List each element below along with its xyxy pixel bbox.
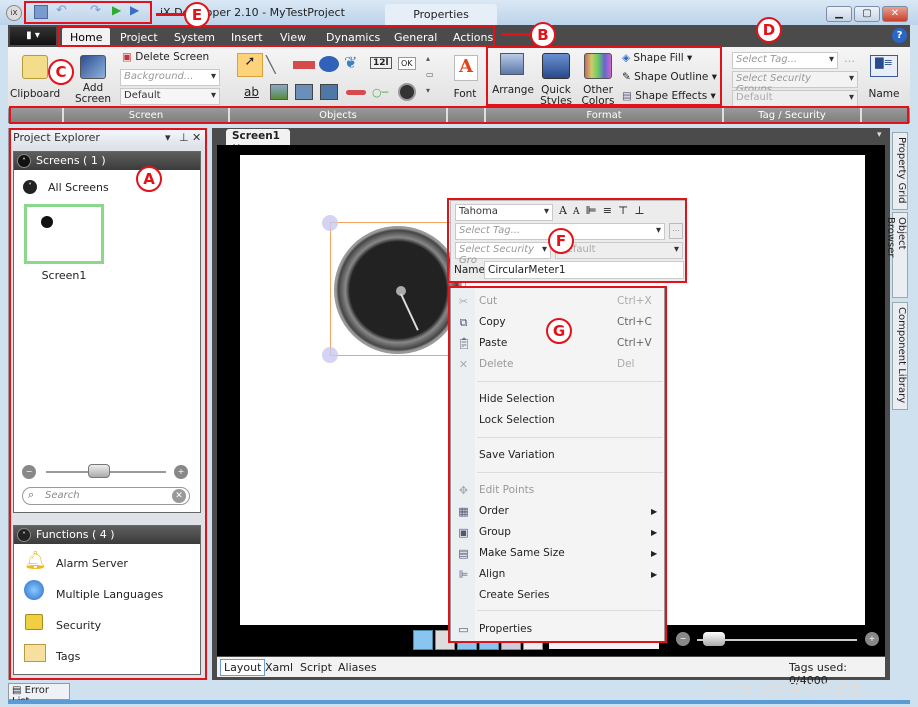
arrow-e bbox=[156, 13, 184, 16]
tab-overflow-icon[interactable]: ▾ bbox=[877, 130, 882, 140]
add-screen-icon[interactable] bbox=[80, 55, 106, 79]
font-button[interactable]: Font bbox=[448, 89, 482, 100]
zoom-slider-thumb[interactable] bbox=[703, 632, 725, 646]
tab-component-library[interactable]: Component Library bbox=[892, 302, 908, 410]
watermark: CSDN @半导体守望者 bbox=[710, 680, 863, 698]
name-icon[interactable]: ▇≡ bbox=[870, 55, 898, 77]
name-button[interactable]: Name bbox=[866, 89, 902, 100]
annotation-label-a: A bbox=[136, 166, 162, 192]
button-tool-icon[interactable]: OK bbox=[398, 57, 416, 70]
media-tool-icon[interactable] bbox=[295, 84, 313, 100]
picture-tool-icon[interactable] bbox=[270, 84, 288, 100]
objects-scroll[interactable]: ▴ ▭ ▾ bbox=[426, 51, 434, 99]
annotation-box-e bbox=[24, 1, 152, 24]
polygon-tool-icon[interactable]: ❦ bbox=[344, 53, 357, 72]
document-statusbar: Layout Xaml Script Aliases Tags used: 0/… bbox=[217, 657, 885, 687]
tab-aliases[interactable]: Aliases bbox=[338, 661, 377, 674]
line-tool-icon[interactable]: ╲ bbox=[266, 55, 290, 75]
select-tag-combo[interactable]: Select Tag... bbox=[732, 52, 838, 69]
properties-context-tab[interactable]: Properties bbox=[385, 4, 497, 25]
font-icon[interactable]: A bbox=[454, 55, 478, 81]
meter-needle bbox=[400, 293, 419, 331]
error-list-tab[interactable]: ▤ Error List bbox=[8, 683, 70, 707]
annotation-label-c: C bbox=[48, 59, 74, 85]
clipboard-icon[interactable] bbox=[22, 55, 48, 79]
maximize-button[interactable]: ▢ bbox=[854, 6, 880, 22]
tag-browse-button[interactable]: … bbox=[844, 52, 855, 65]
numeric-tool-icon[interactable]: 12l bbox=[370, 57, 392, 69]
delete-screen-label: Delete Screen bbox=[135, 51, 210, 63]
delete-screen-button[interactable]: ▣ Delete Screen bbox=[122, 51, 209, 63]
ellipse-tool-icon[interactable] bbox=[319, 56, 339, 72]
annotation-label-g: G bbox=[546, 318, 572, 344]
background-combo[interactable]: Background... bbox=[120, 69, 220, 86]
trackbar-tool-icon[interactable]: ○─ bbox=[372, 86, 388, 99]
tab-label: Screen1 bbox=[232, 130, 280, 142]
tab-property-grid[interactable]: Property Grid bbox=[892, 132, 908, 210]
file-menu-button[interactable]: ▮ ▾ bbox=[10, 27, 56, 45]
slider-tool-icon[interactable] bbox=[346, 90, 366, 95]
add-screen-button[interactable]: Add Screen bbox=[70, 83, 116, 105]
pointer-tool-icon[interactable]: ➚ bbox=[237, 53, 263, 77]
resize-handle[interactable] bbox=[322, 347, 338, 363]
annotation-label-e: E bbox=[184, 2, 210, 28]
annotation-box-c bbox=[9, 106, 909, 124]
arrow-b bbox=[502, 33, 530, 36]
rectangle-tool-icon[interactable] bbox=[293, 61, 315, 69]
grid-icon[interactable] bbox=[413, 630, 433, 650]
annotation-box-d bbox=[486, 46, 722, 106]
video-tool-icon[interactable] bbox=[320, 84, 338, 100]
text-tool-icon[interactable]: ab bbox=[244, 85, 259, 99]
annotation-box-b bbox=[58, 25, 495, 47]
meter-tool-icon[interactable] bbox=[398, 83, 416, 101]
tab-object-browser[interactable]: Object Browser bbox=[885, 212, 908, 298]
tab-xaml[interactable]: Xaml bbox=[265, 661, 293, 674]
delete-screen-icon: ▣ bbox=[122, 51, 132, 63]
clipboard-button[interactable]: Clipboard bbox=[10, 89, 60, 100]
help-icon[interactable]: ? bbox=[892, 28, 907, 43]
annotation-label-f: F bbox=[548, 228, 574, 254]
annotation-box-a bbox=[9, 128, 207, 680]
error-list-icon: ▤ bbox=[12, 685, 22, 696]
minimize-button[interactable]: ▁ bbox=[826, 6, 852, 22]
resize-handle[interactable] bbox=[322, 215, 338, 231]
annotation-label-b: B bbox=[530, 22, 556, 48]
app-icon: iX bbox=[6, 5, 22, 21]
window-border bbox=[8, 700, 910, 704]
select-security-combo[interactable]: Select Security Groups... bbox=[732, 71, 858, 95]
circular-meter[interactable] bbox=[334, 226, 462, 354]
close-button[interactable]: ✕ bbox=[882, 6, 908, 22]
screen-default-combo[interactable]: Default bbox=[120, 88, 220, 105]
tab-layout[interactable]: Layout bbox=[220, 659, 266, 676]
zoom-in-icon[interactable]: + bbox=[865, 632, 879, 646]
zoom-out-icon[interactable]: − bbox=[676, 632, 690, 646]
annotation-label-d: D bbox=[756, 17, 782, 43]
tab-screen1[interactable]: Screen1 ✕ bbox=[226, 129, 290, 154]
tab-script[interactable]: Script bbox=[300, 661, 332, 674]
tag-default-combo: Default bbox=[732, 90, 858, 107]
